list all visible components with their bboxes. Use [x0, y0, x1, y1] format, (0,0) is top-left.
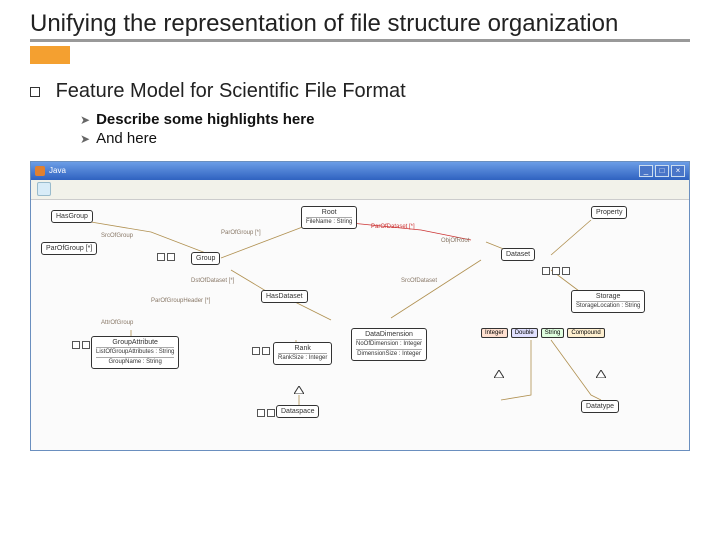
- node-dataspace[interactable]: Dataspace: [276, 405, 319, 419]
- type-string[interactable]: String: [541, 328, 565, 338]
- node-parofgroup[interactable]: ParOfGroup [*]: [41, 242, 97, 256]
- arrow-icon: ➤: [80, 132, 90, 146]
- triangle-icon: [294, 386, 304, 394]
- edge-label-pardataset: ParOfDataset [*]: [371, 224, 415, 230]
- maximize-button[interactable]: □: [655, 165, 669, 177]
- node-datatype[interactable]: Datatype: [581, 400, 619, 414]
- icon-pair: [71, 340, 91, 350]
- edge-label-srcofdataset: SrcOfDataset: [401, 278, 437, 284]
- edge-label-pargrpheader: ParOfGroupHeader [*]: [151, 298, 210, 304]
- feature-line-text: Feature Model for Scientific File Format: [56, 80, 406, 102]
- node-property[interactable]: Property: [591, 206, 627, 220]
- toolbar-icon[interactable]: [37, 182, 51, 196]
- icon-pair: [251, 346, 271, 356]
- node-hasdataset[interactable]: HasDataset: [261, 290, 308, 304]
- triangle-icon: [494, 370, 504, 378]
- diagram-canvas[interactable]: HasGroup Root FileName : String Property…: [31, 200, 689, 450]
- bullet-1: Describe some highlights here: [96, 111, 314, 128]
- arrow-icon: ➤: [80, 113, 90, 127]
- icon-pair: [541, 266, 571, 276]
- java-icon: [35, 166, 45, 176]
- type-integer[interactable]: Integer: [481, 328, 508, 338]
- node-groupattr[interactable]: GroupAttribute ListOfGroupAttributes : S…: [91, 336, 179, 369]
- node-rank[interactable]: Rank RankSize : Integer: [273, 342, 332, 365]
- window-title: Java: [49, 166, 66, 175]
- icon-pair: [156, 252, 176, 262]
- edge-label-parofgroup: ParOfGroup [*]: [221, 230, 261, 236]
- node-datadim[interactable]: DataDimension NoOfDimension : Integer Di…: [351, 328, 427, 361]
- edge-label-objofroot: ObjOfRoot: [441, 238, 469, 244]
- node-storage[interactable]: Storage StorageLocation : String: [571, 290, 645, 313]
- node-hasgroup[interactable]: HasGroup: [51, 210, 93, 224]
- bullet-2: And here: [96, 130, 157, 147]
- app-toolbar: [31, 180, 689, 200]
- square-bullet-icon: [30, 87, 40, 97]
- type-compound[interactable]: Compound: [567, 328, 604, 338]
- type-double[interactable]: Double: [511, 328, 538, 338]
- edge-label-attrofgroup: AttrOfGroup: [101, 320, 133, 326]
- accent-bar: [30, 46, 70, 64]
- window-titlebar[interactable]: Java _ □ ×: [31, 162, 689, 180]
- node-root[interactable]: Root FileName : String: [301, 206, 357, 229]
- edge-label-dstofdataset: DstOfDataset [*]: [191, 278, 234, 284]
- slide-title: Unifying the representation of file stru…: [30, 10, 690, 42]
- edge-label-srcofgroup: SrcOfGroup: [101, 233, 133, 239]
- close-button[interactable]: ×: [671, 165, 685, 177]
- minimize-button[interactable]: _: [639, 165, 653, 177]
- node-dataset[interactable]: Dataset: [501, 248, 535, 262]
- java-app-window: Java _ □ ×: [30, 161, 690, 451]
- icon-pair: [256, 408, 276, 418]
- datatype-row: Integer Double String Compound: [481, 328, 605, 338]
- highlights-list: ➤ Describe some highlights here ➤ And here: [80, 111, 690, 147]
- feature-model-heading: Feature Model for Scientific File Format: [30, 80, 690, 103]
- node-group[interactable]: Group: [191, 252, 220, 266]
- triangle-icon: [596, 370, 606, 378]
